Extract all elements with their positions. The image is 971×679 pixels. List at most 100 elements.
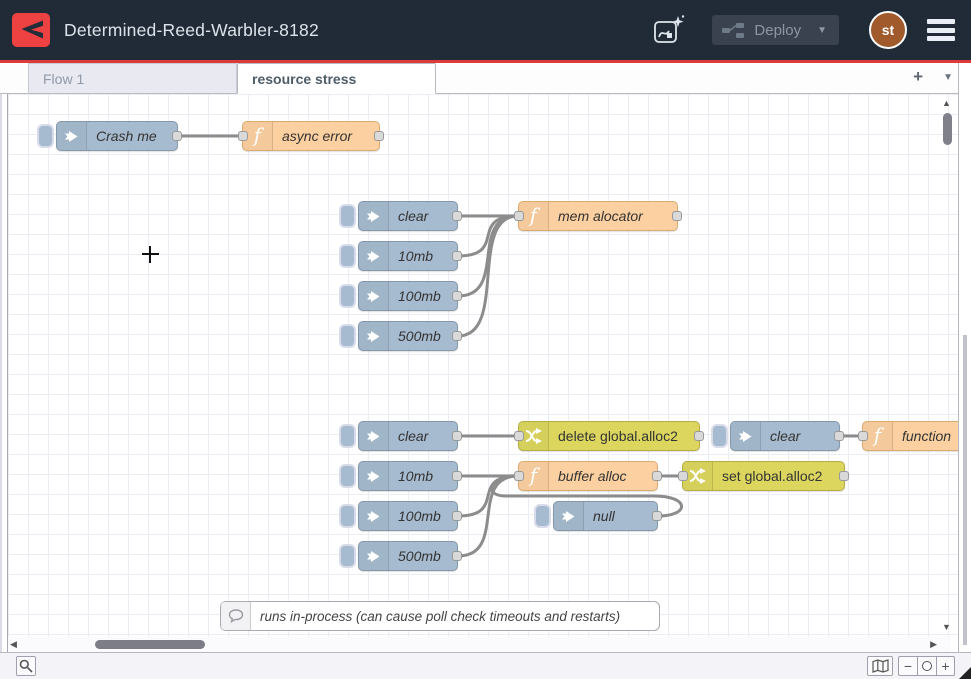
plus-icon: + [941,658,949,674]
output-port[interactable] [172,131,182,141]
node-delete-global-alloc2[interactable]: delete global.alloc2 [518,421,700,451]
inject-trigger-button[interactable] [339,464,356,488]
inject-trigger-button[interactable] [339,244,356,268]
output-port[interactable] [452,431,462,441]
flow-canvas[interactable]: Crash me fasync error clear 10mb 100mb 500mb f… [8,94,958,637]
sidebar-mini-scrollbar[interactable] [963,335,967,645]
inject-trigger-button[interactable] [711,424,728,448]
node-label: mem alocator [549,208,677,224]
node-label: set global.alloc2 [713,468,844,484]
scroll-up-icon[interactable]: ▲ [942,96,951,111]
node-crash-me[interactable]: Crash me [56,121,178,151]
avatar-initials: st [882,22,894,38]
node-500mb-buf[interactable]: 500mb [358,541,458,571]
search-button[interactable] [16,656,36,676]
output-port[interactable] [374,131,384,141]
user-avatar[interactable]: st [869,11,907,49]
node-clear-fn[interactable]: clear [730,421,840,451]
resize-grip[interactable] [959,667,971,679]
inject-trigger-button[interactable] [339,284,356,308]
inject-icon [57,122,87,150]
input-port[interactable] [238,131,248,141]
output-port[interactable] [452,551,462,561]
comment-icon [221,602,251,630]
node-comment[interactable]: runs in-process (can cause poll check ti… [220,601,660,631]
node-10mb-mem[interactable]: 10mb [358,241,458,271]
inject-trigger-button[interactable] [534,504,551,528]
node-100mb-mem[interactable]: 100mb [358,281,458,311]
input-port[interactable] [514,471,524,481]
node-label: clear [389,208,457,224]
inject-trigger-button[interactable] [339,324,356,348]
instance-title: Determined-Reed-Warbler-8182 [64,20,319,41]
sidebar-strip [958,63,971,652]
node-async-error[interactable]: fasync error [242,121,380,151]
inject-trigger-button[interactable] [339,424,356,448]
horizontal-scrollbar-thumb[interactable] [95,640,205,649]
inject-icon [359,282,389,310]
zoom-in-button[interactable]: + [936,656,955,676]
zoom-reset-button[interactable] [917,656,936,676]
node-label: 100mb [389,288,457,304]
node-red-window: Determined-Reed-Warbler-8182 Deploy ▼ [0,0,971,679]
node-label: buffer alloc [549,468,657,484]
node-clear-buf[interactable]: clear [358,421,458,451]
flowfuse-logo-icon[interactable] [12,13,50,47]
node-10mb-buf[interactable]: 10mb [358,461,458,491]
node-label: 100mb [389,508,457,524]
node-label: 500mb [389,548,457,564]
output-port[interactable] [452,291,462,301]
output-port[interactable] [672,211,682,221]
output-port[interactable] [452,251,462,261]
node-clear-mem[interactable]: clear [358,201,458,231]
output-port[interactable] [834,431,844,441]
scroll-right-icon[interactable]: ▶ [930,637,937,652]
flow-layer: Crash me fasync error clear 10mb 100mb 500mb f… [8,94,958,637]
zoom-out-button[interactable]: − [898,656,917,676]
input-port[interactable] [678,471,688,481]
node-mem-alocator[interactable]: fmem alocator [518,201,678,231]
node-buffer-alloc[interactable]: fbuffer alloc [518,461,658,491]
flow-tabs: Flow 1resource stress [28,63,436,94]
node-500mb-mem[interactable]: 500mb [358,321,458,351]
input-port[interactable] [514,431,524,441]
tab-flow-1[interactable]: Flow 1 [28,63,237,94]
inject-trigger-button[interactable] [339,504,356,528]
header-bar: Determined-Reed-Warbler-8182 Deploy ▼ [0,0,971,60]
inject-icon [359,462,389,490]
output-port[interactable] [452,471,462,481]
node-null[interactable]: null [553,501,658,531]
deploy-dropdown-icon[interactable]: ▼ [817,25,827,36]
node-label: null [584,508,657,524]
add-flow-button[interactable]: + [913,67,923,87]
main-menu-icon[interactable] [927,16,955,45]
output-port[interactable] [452,331,462,341]
output-port[interactable] [652,471,662,481]
output-port[interactable] [452,211,462,221]
deploy-button[interactable]: Deploy ▼ [712,15,839,45]
flow-list-dropdown-icon[interactable]: ▼ [943,72,953,83]
vertical-scrollbar[interactable]: ▲ ▼ [938,96,954,636]
node-label: Crash me [87,128,177,144]
output-port[interactable] [694,431,704,441]
node-100mb-buf[interactable]: 100mb [358,501,458,531]
input-port[interactable] [514,211,524,221]
inject-trigger-button[interactable] [37,124,54,148]
vertical-scrollbar-thumb[interactable] [943,113,952,145]
node-label: 10mb [389,468,457,484]
tab-resource-stress[interactable]: resource stress [237,63,436,94]
navigator-button[interactable] [867,656,893,676]
scroll-left-icon[interactable]: ◀ [10,637,17,652]
scroll-down-icon[interactable]: ▼ [942,620,951,635]
output-port[interactable] [652,511,662,521]
node-set-global-alloc2[interactable]: set global.alloc2 [682,461,845,491]
node-label: clear [389,428,457,444]
inject-trigger-button[interactable] [339,204,356,228]
output-port[interactable] [839,471,849,481]
output-port[interactable] [452,511,462,521]
horizontal-scrollbar[interactable]: ◀ ▶ [8,637,951,652]
flow-assistant-icon[interactable] [650,12,686,48]
input-port[interactable] [858,431,868,441]
inject-icon [359,542,389,570]
inject-trigger-button[interactable] [339,544,356,568]
